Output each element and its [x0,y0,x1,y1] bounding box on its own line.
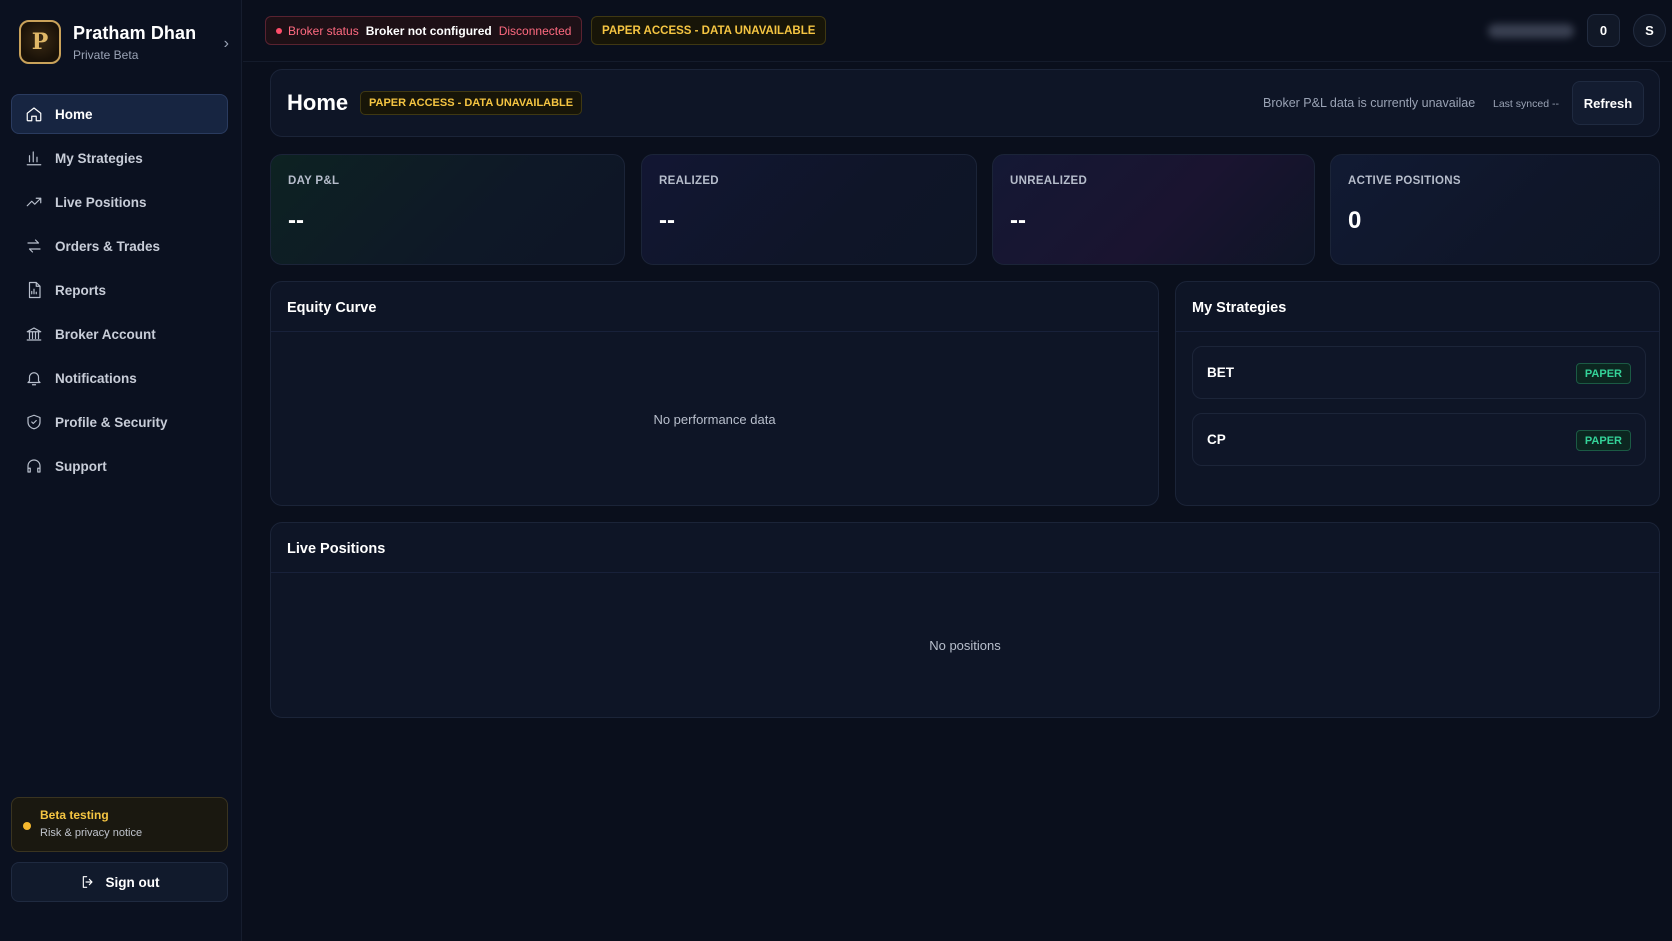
stat-card-realized: REALIZED -- [641,154,977,265]
divider [271,331,1158,332]
section-title: Live Positions [287,541,386,557]
pnl-status-note: Broker P&L data is currently unavailae [1263,96,1476,110]
beta-notice[interactable]: Beta testing Risk & privacy notice [11,797,228,852]
strategy-mode-badge: PAPER [1575,363,1631,384]
report-icon [28,281,41,299]
brand-subtitle: Private Beta [73,47,139,62]
stat-card-active-positions: ACTIVE POSITIONS 0 [1330,154,1660,265]
empty-state: No performance data [653,412,776,427]
beta-title: Beta testing [40,808,109,822]
stat-value: 0 [1348,207,1362,234]
sidebar-item-label: Reports [55,282,107,298]
status-dot [276,28,282,34]
strategy-mode-badge: PAPER [1575,430,1631,451]
paper-access-badge: PAPER ACCESS - DATA UNAVAILABLE [360,91,583,115]
page-header: Home PAPER ACCESS - DATA UNAVAILABLE Bro… [270,69,1660,137]
sidebar-item-home[interactable]: Home [11,94,228,134]
sidebar-item-label: Profile & Security [55,414,168,430]
sidebar-item-reports[interactable]: Reports [11,270,228,310]
broker-status-value: Broker not configured [365,23,492,38]
home-icon [26,107,42,122]
sidebar-item-notifications[interactable]: Notifications [11,358,228,398]
divider [271,572,1659,573]
user-name-blurred [1488,24,1574,38]
stat-value: -- [659,207,675,234]
brand-switcher[interactable]: P Pratham Dhan Private Beta › [19,19,229,65]
sidebar-item-live-positions[interactable]: Live Positions [11,182,228,222]
sidebar-item-orders-trades[interactable]: Orders & Trades [11,226,228,266]
bell-icon [27,372,41,386]
refresh-button[interactable]: Refresh [1572,81,1644,125]
broker-status-badge[interactable]: Broker status Broker not configured Disc… [265,16,583,45]
divider [1176,331,1659,332]
swap-arrows-icon [27,239,41,253]
sidebar-item-label: Orders & Trades [55,238,161,254]
shield-icon [27,414,41,430]
stat-label: DAY P&L [288,175,340,187]
strategy-row[interactable]: BET PAPER [1192,346,1646,399]
sidebar-item-profile-security[interactable]: Profile & Security [11,402,228,442]
bank-icon [26,327,42,341]
stat-card-unrealized: UNREALIZED -- [992,154,1315,265]
headset-icon [27,459,41,473]
chevron-right-icon: › [223,35,229,52]
beta-status-dot [23,822,31,830]
strategy-row[interactable]: CP PAPER [1192,413,1646,466]
live-positions-panel: Live Positions No positions [270,522,1660,718]
sidebar: P Pratham Dhan Private Beta › Home My St… [0,0,242,941]
sidebar-item-label: My Strategies [55,150,143,166]
sidebar-item-label: Broker Account [55,326,156,342]
brand-logo: P [19,20,61,64]
notification-count-button[interactable]: 0 [1587,14,1620,47]
broker-status-label: Broker status [288,23,359,38]
beta-subtitle: Risk & privacy notice [40,827,143,839]
broker-connection-state: Disconnected [498,23,572,38]
stat-value: -- [1010,207,1026,234]
empty-state: No positions [929,638,1001,653]
sidebar-item-my-strategies[interactable]: My Strategies [11,138,228,178]
sign-out-label: Sign out [105,874,160,890]
brand-name: Pratham Dhan [73,22,197,43]
trending-up-icon [26,197,42,207]
sidebar-item-support[interactable]: Support [11,446,228,486]
my-strategies-panel: My Strategies BET PAPER CP PAPER [1175,281,1660,506]
sign-out-button[interactable]: Sign out [11,862,228,902]
sign-out-icon [82,876,93,888]
bar-chart-icon [26,151,42,166]
equity-curve-panel: Equity Curve No performance data [270,281,1159,506]
sidebar-item-label: Notifications [55,370,137,386]
sidebar-nav: Home My Strategies Live Positions Orders… [11,94,228,490]
stat-label: UNREALIZED [1010,175,1088,187]
avatar[interactable]: S [1633,14,1666,47]
section-title: My Strategies [1192,300,1287,316]
top-bar: Broker status Broker not configured Disc… [243,0,1672,62]
section-title: Equity Curve [287,300,377,316]
stat-card-day-pnl: DAY P&L -- [270,154,625,265]
sidebar-item-label: Live Positions [55,194,147,210]
sidebar-item-label: Home [55,106,93,122]
strategy-name: CP [1207,432,1226,447]
stat-label: ACTIVE POSITIONS [1348,175,1461,187]
stat-label: REALIZED [659,175,719,187]
page-title: Home [287,90,349,115]
brand-text: Pratham Dhan Private Beta [73,23,218,62]
strategy-name: BET [1207,365,1234,380]
sidebar-item-broker-account[interactable]: Broker Account [11,314,228,354]
last-synced: Last synced -- [1493,98,1559,110]
stat-value: -- [288,207,304,234]
paper-access-badge: PAPER ACCESS - DATA UNAVAILABLE [591,16,827,45]
sidebar-item-label: Support [55,458,107,474]
